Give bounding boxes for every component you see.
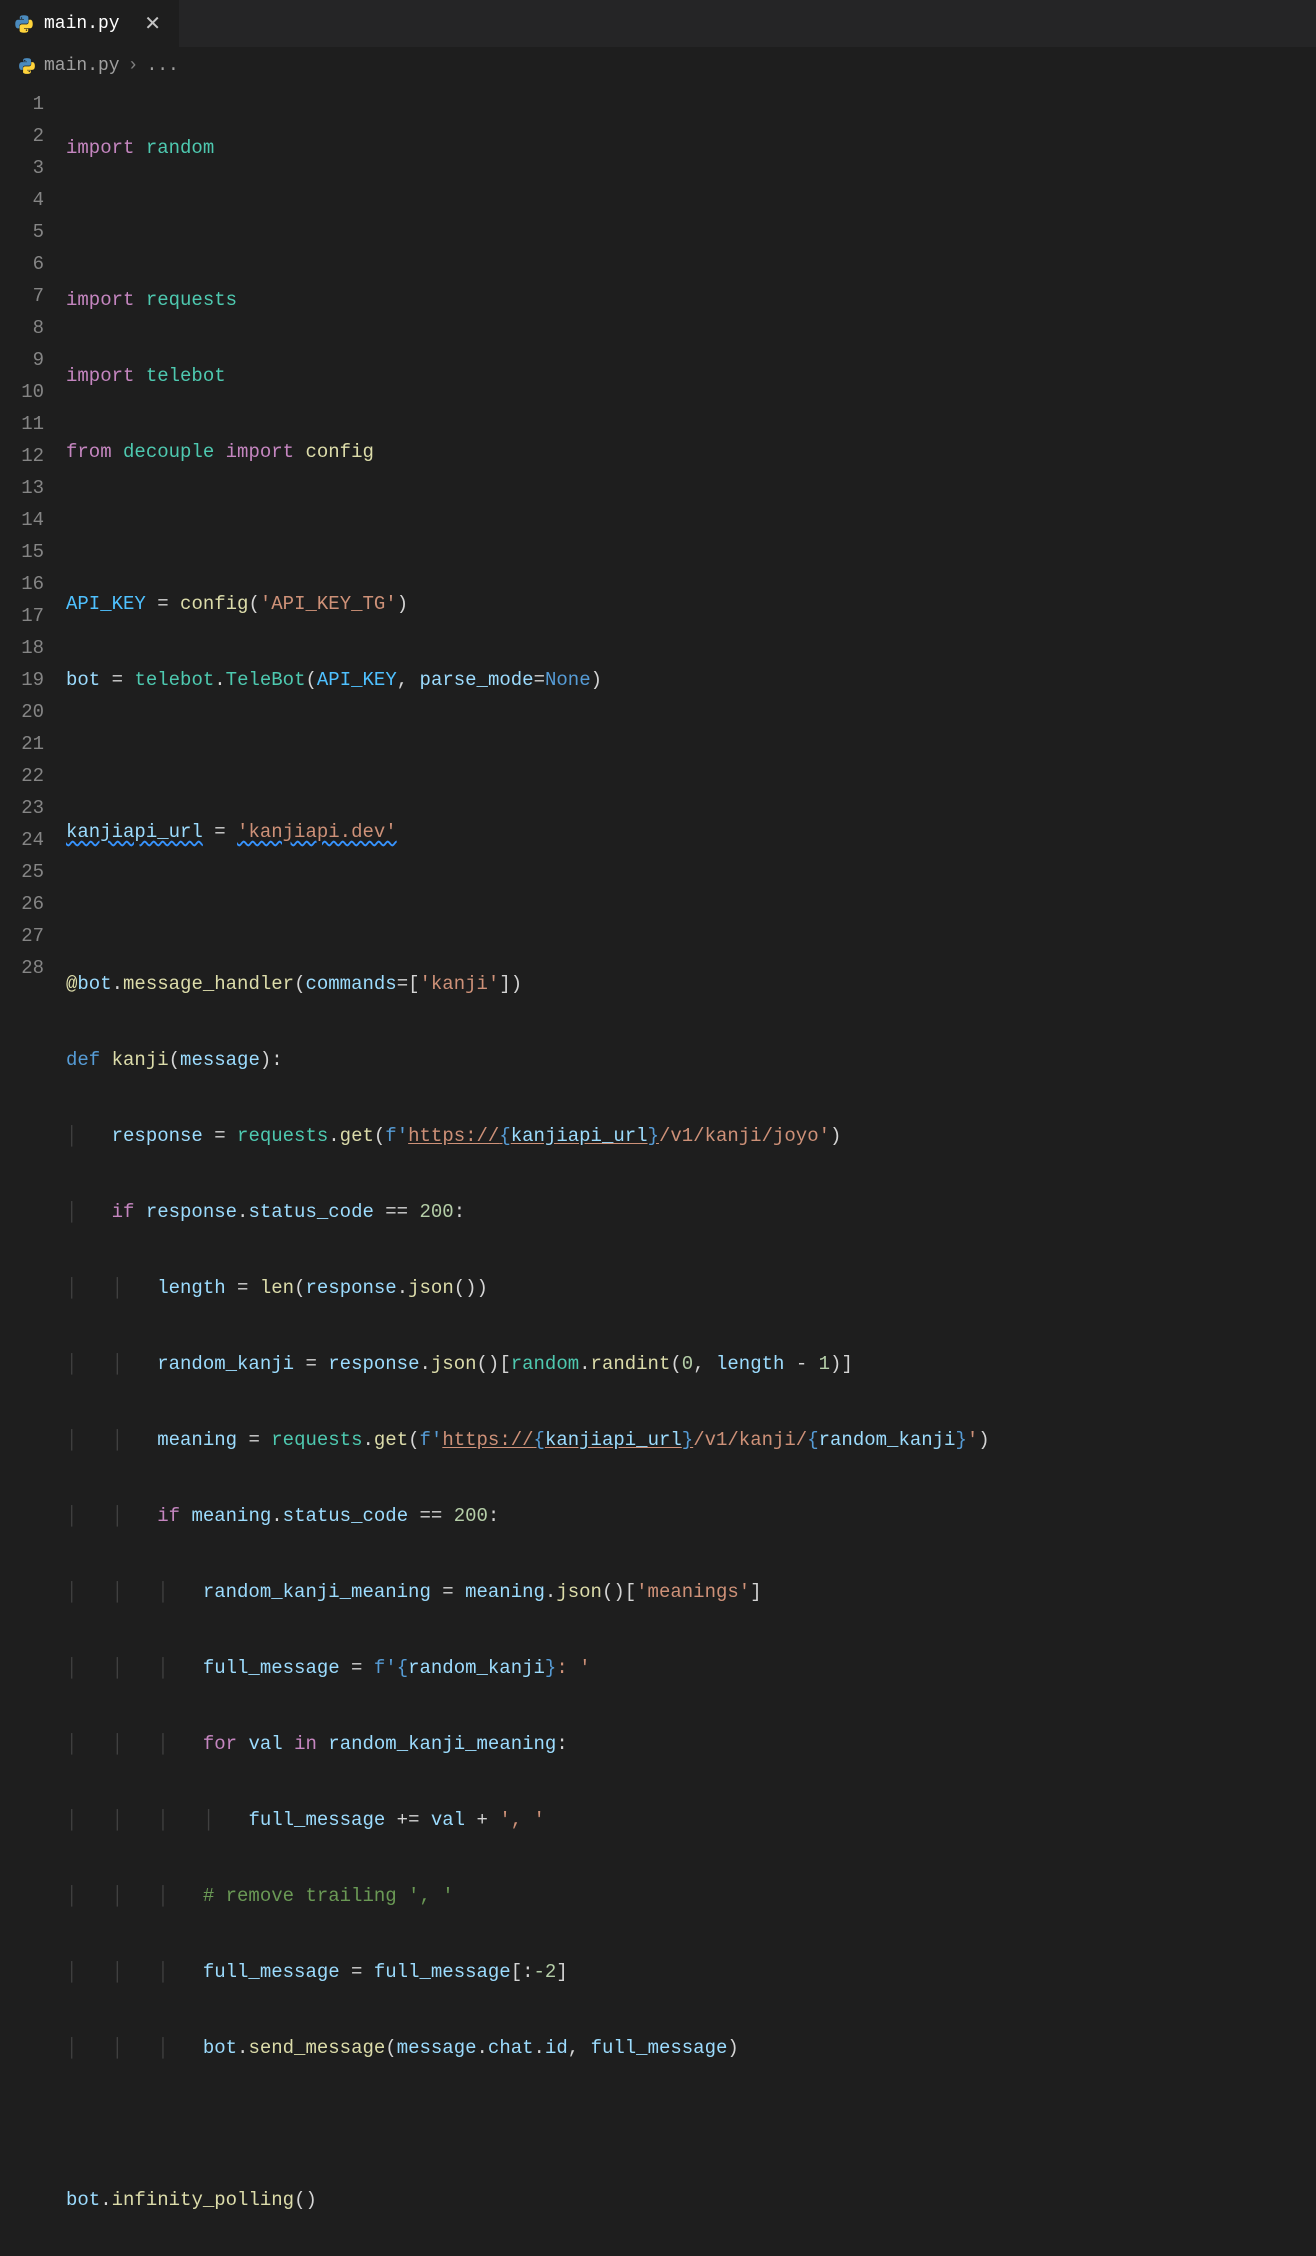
code-line[interactable]: import telebot [66, 360, 1316, 392]
code-line[interactable]: def kanji(message): [66, 1044, 1316, 1076]
line-number: 20 [0, 696, 44, 728]
editor[interactable]: 1 2 3 4 5 6 7 8 9 10 11 12 13 14 15 16 1… [0, 84, 1316, 1124]
line-number: 7 [0, 280, 44, 312]
line-number: 2 [0, 120, 44, 152]
line-number: 27 [0, 920, 44, 952]
line-number: 3 [0, 152, 44, 184]
code-line[interactable] [66, 740, 1316, 772]
code-line[interactable]: │ │ │ # remove trailing ', ' [66, 1880, 1316, 1912]
line-number: 26 [0, 888, 44, 920]
line-number: 28 [0, 952, 44, 984]
code-line[interactable] [66, 512, 1316, 544]
line-number: 5 [0, 216, 44, 248]
code-line[interactable]: │ │ │ │ full_message += val + ', ' [66, 1804, 1316, 1836]
line-number: 11 [0, 408, 44, 440]
code-line[interactable]: │ │ │ bot.send_message(message.chat.id, … [66, 2032, 1316, 2064]
line-number: 17 [0, 600, 44, 632]
breadcrumb-symbol[interactable]: ... [146, 56, 178, 76]
line-number: 1 [0, 88, 44, 120]
line-number: 14 [0, 504, 44, 536]
line-number: 15 [0, 536, 44, 568]
code-line[interactable]: │ response = requests.get(f'https://{kan… [66, 1120, 1316, 1152]
line-number: 19 [0, 664, 44, 696]
tab-title: main.py [44, 14, 120, 34]
line-number: 25 [0, 856, 44, 888]
line-number: 12 [0, 440, 44, 472]
code-line[interactable]: │ │ │ random_kanji_meaning = meaning.jso… [66, 1576, 1316, 1608]
code-line[interactable]: bot.infinity_polling() [66, 2184, 1316, 2216]
code-line[interactable]: │ │ random_kanji = response.json()[rando… [66, 1348, 1316, 1380]
line-number: 13 [0, 472, 44, 504]
code-line[interactable]: │ │ meaning = requests.get(f'https://{ka… [66, 1424, 1316, 1456]
code-area[interactable]: import random import requests import tel… [66, 84, 1316, 1124]
line-number: 24 [0, 824, 44, 856]
line-number: 8 [0, 312, 44, 344]
line-number: 23 [0, 792, 44, 824]
line-number: 18 [0, 632, 44, 664]
code-line[interactable]: import random [66, 132, 1316, 164]
code-line[interactable]: │ │ │ full_message = f'{random_kanji}: ' [66, 1652, 1316, 1684]
code-line[interactable]: kanjiapi_url = 'kanjiapi.dev' [66, 816, 1316, 848]
breadcrumb-file[interactable]: main.py [44, 56, 120, 76]
line-number: 4 [0, 184, 44, 216]
code-line[interactable]: │ │ │ for val in random_kanji_meaning: [66, 1728, 1316, 1760]
python-icon [14, 14, 34, 34]
code-line[interactable]: │ if response.status_code == 200: [66, 1196, 1316, 1228]
code-line[interactable] [66, 208, 1316, 240]
python-icon [18, 57, 36, 75]
tab-bar: main.py ✕ [0, 0, 1316, 48]
line-number: 10 [0, 376, 44, 408]
line-number-gutter: 1 2 3 4 5 6 7 8 9 10 11 12 13 14 15 16 1… [0, 84, 66, 1124]
line-number: 6 [0, 248, 44, 280]
line-number: 21 [0, 728, 44, 760]
tab-main-py[interactable]: main.py ✕ [0, 0, 180, 47]
code-line[interactable] [66, 2108, 1316, 2140]
close-icon[interactable]: ✕ [140, 9, 165, 39]
code-line[interactable]: │ │ length = len(response.json()) [66, 1272, 1316, 1304]
code-line[interactable]: API_KEY = config('API_KEY_TG') [66, 588, 1316, 620]
code-line[interactable]: import requests [66, 284, 1316, 316]
code-line[interactable]: │ │ │ full_message = full_message[:-2] [66, 1956, 1316, 1988]
code-line[interactable] [66, 892, 1316, 924]
breadcrumbs[interactable]: main.py › ... [0, 48, 1316, 84]
chevron-right-icon: › [128, 56, 139, 76]
code-line[interactable]: │ │ if meaning.status_code == 200: [66, 1500, 1316, 1532]
line-number: 16 [0, 568, 44, 600]
code-line[interactable]: from decouple import config [66, 436, 1316, 468]
code-line[interactable]: @bot.message_handler(commands=['kanji']) [66, 968, 1316, 1000]
code-line[interactable]: bot = telebot.TeleBot(API_KEY, parse_mod… [66, 664, 1316, 696]
line-number: 22 [0, 760, 44, 792]
line-number: 9 [0, 344, 44, 376]
